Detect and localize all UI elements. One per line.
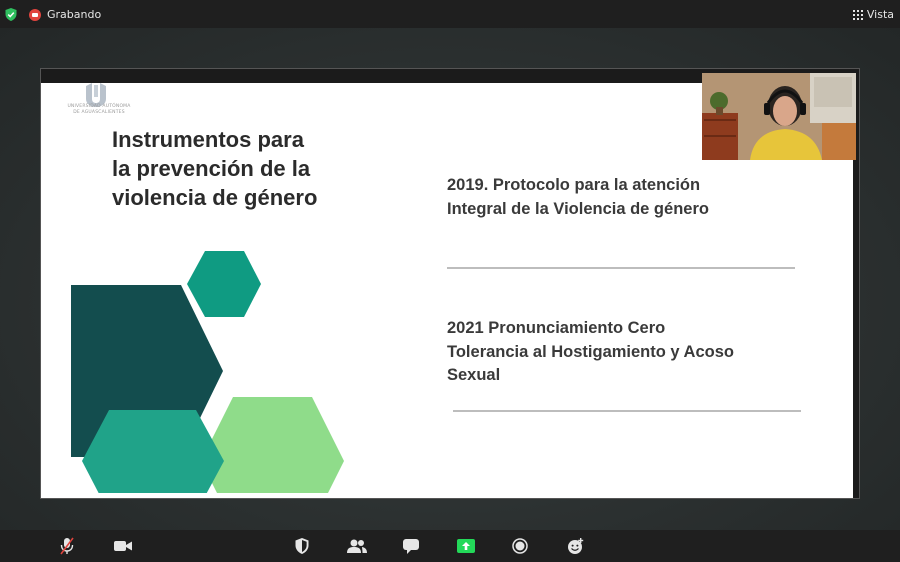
record-icon	[29, 8, 41, 21]
microphone-muted-icon[interactable]	[57, 536, 77, 556]
security-shield-icon[interactable]	[292, 536, 312, 556]
participants-icon[interactable]	[347, 536, 367, 556]
recording-indicator[interactable]: Grabando	[29, 8, 101, 21]
divider-line	[447, 267, 795, 269]
hexagon-teal-large	[82, 410, 224, 493]
grid-icon	[852, 9, 863, 20]
view-label: Vista	[866, 8, 894, 21]
share-screen-icon[interactable]	[456, 536, 476, 556]
participant-video-image	[702, 73, 856, 160]
recording-label: Grabando	[47, 8, 102, 21]
video-camera-icon[interactable]	[113, 536, 133, 556]
slide-item-protocol: 2019. Protocolo para la atención Integra…	[447, 176, 709, 218]
hexagon-teal-small	[187, 251, 261, 317]
meeting-toolbar	[0, 530, 900, 562]
chat-icon[interactable]	[401, 536, 421, 556]
hexagon-light-green	[201, 397, 344, 493]
record-icon[interactable]	[510, 536, 530, 556]
view-button[interactable]: Vista	[852, 8, 894, 21]
shield-check-icon[interactable]	[5, 8, 17, 24]
divider-line	[453, 410, 801, 412]
hexagon-decoration	[71, 251, 344, 493]
top-bar: Grabando Vista	[0, 0, 900, 28]
reactions-icon[interactable]	[565, 536, 585, 556]
slide-item-pronouncement: 2021 Pronunciamiento Cero Tolerancia al …	[447, 319, 734, 384]
participant-video[interactable]	[702, 73, 856, 160]
